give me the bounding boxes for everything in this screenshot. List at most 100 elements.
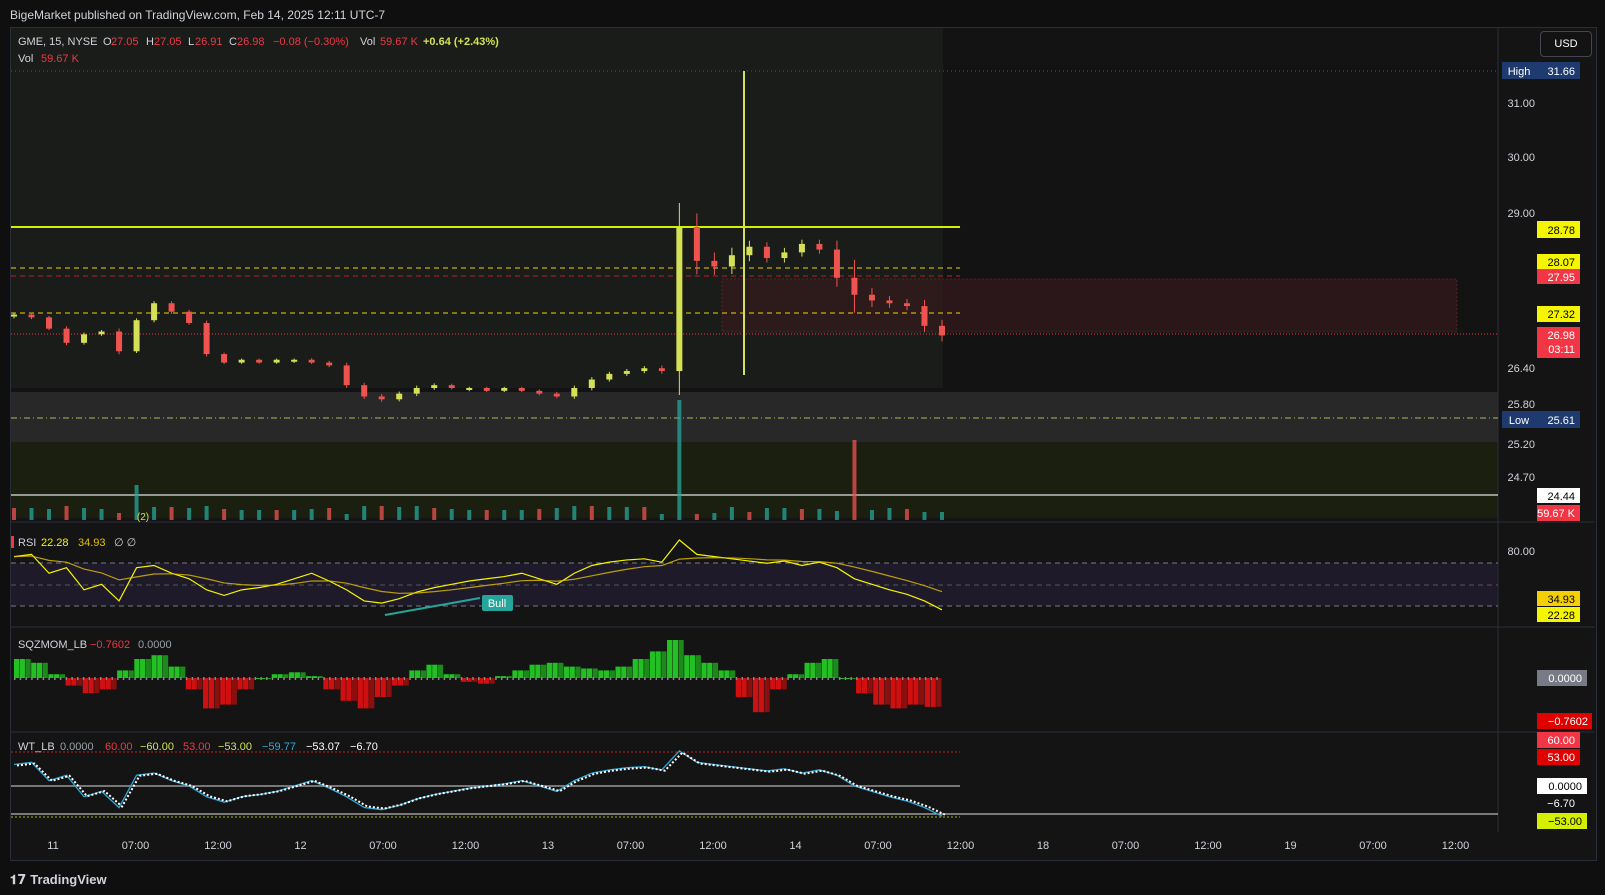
price-tick: 26.40 [1507, 363, 1535, 375]
sqz-bar [369, 678, 375, 709]
sqz-bar [36, 662, 43, 678]
volume-bar [187, 508, 192, 520]
sqz-bar [174, 666, 180, 678]
sqz-dot [346, 677, 348, 680]
sqz-dot [283, 677, 285, 680]
volume-bar [624, 507, 629, 520]
sqz-dot [329, 677, 331, 680]
time-tick: 11 [47, 840, 58, 852]
sqz-dot [787, 677, 789, 680]
rsi-name: RSI [18, 537, 36, 549]
time-tick: 13 [542, 840, 554, 852]
candle [116, 331, 123, 352]
sqz-dot [701, 677, 703, 680]
sqz-dot [598, 677, 600, 680]
sqz-dot [655, 677, 658, 680]
rsi-marker [11, 536, 14, 548]
sqz-dot [884, 677, 887, 680]
legend-l-label: L [188, 36, 194, 48]
sqz-dot [59, 677, 62, 680]
sqz-bar [878, 678, 885, 705]
sqz-dot [105, 677, 108, 680]
sqz-bar [752, 678, 759, 713]
sqz-name: SQZMOM_LB [18, 639, 87, 651]
candle [431, 385, 438, 388]
sqz-dot [506, 677, 509, 680]
sqz-dot [403, 677, 406, 680]
sqz-dot [271, 677, 274, 680]
sqz-bar [856, 678, 862, 694]
high-value: 31.66 [1547, 66, 1575, 78]
sqz-dot [248, 677, 251, 680]
sqz-bar [134, 659, 140, 678]
sqz-dot [523, 677, 526, 680]
sqz-bar [678, 640, 684, 678]
sqz-dot [71, 677, 73, 680]
candle [816, 243, 823, 250]
sqz-dot [558, 677, 560, 680]
candle [448, 385, 455, 388]
volume-bar [764, 508, 769, 520]
volume-bar [12, 508, 16, 520]
sqz-dot [615, 677, 617, 680]
sqz-dot [94, 677, 96, 680]
sqz-dot [856, 677, 858, 680]
wt-v1: 60.00 [105, 741, 133, 753]
sqz-bar [861, 678, 868, 694]
volume-bar [642, 507, 647, 520]
sqz-dot [266, 677, 268, 680]
candle [746, 246, 753, 256]
sqz-bar [804, 662, 810, 678]
candle [46, 317, 53, 329]
sqz-bar [563, 666, 570, 678]
sqz-bar [936, 678, 942, 707]
candle [798, 243, 805, 253]
candle [343, 365, 350, 386]
candle [886, 300, 893, 304]
volume-bar [782, 508, 787, 520]
volume-bar [869, 510, 874, 520]
sqz-dot [850, 677, 852, 680]
sqz-dot [793, 677, 795, 680]
volume-bar [467, 510, 472, 520]
sqz-dot [472, 677, 474, 680]
sqz-dot [586, 677, 589, 680]
sqz-dot [569, 677, 572, 680]
sqz-bar [758, 678, 764, 713]
sqz-bar [890, 678, 896, 709]
sqz-bar [701, 662, 707, 678]
candle [623, 371, 630, 374]
candle [868, 294, 875, 301]
sqz-dot [936, 677, 938, 680]
candle [728, 255, 735, 267]
sqz-bar [730, 670, 736, 678]
sqz-dot [36, 677, 39, 680]
sqz-bar [684, 655, 690, 678]
sqz-dot [420, 677, 423, 680]
volume-bar [379, 506, 384, 520]
chart-svg[interactable]: GME, 15, NYSE O 27.05 H 27.05 L 26.91 C … [0, 0, 1605, 895]
volume-zone [11, 442, 1498, 518]
candle [588, 379, 595, 388]
badge-wt60: 60.00 [1547, 735, 1575, 747]
sqz-dot [638, 677, 640, 680]
sqz-bar [363, 678, 369, 709]
volume-bar [222, 509, 227, 520]
sqz-bar [14, 659, 20, 678]
low-zone [11, 392, 1498, 442]
sqz-dot [88, 677, 90, 680]
sqz-bar [552, 662, 558, 678]
volume-bar [117, 513, 122, 520]
candle [606, 373, 613, 380]
sqz-dot [712, 677, 715, 680]
volume-bar [940, 512, 944, 520]
sqz-bar [695, 655, 701, 678]
sqz-dot [191, 677, 194, 680]
sqz-bar [203, 678, 209, 709]
sqz-dot [512, 677, 514, 680]
sqz-dot [546, 677, 549, 680]
sqz-dot [644, 677, 646, 680]
low-value: 25.61 [1547, 415, 1575, 427]
sqz-bar [884, 678, 890, 705]
sqz-dot [873, 677, 875, 680]
